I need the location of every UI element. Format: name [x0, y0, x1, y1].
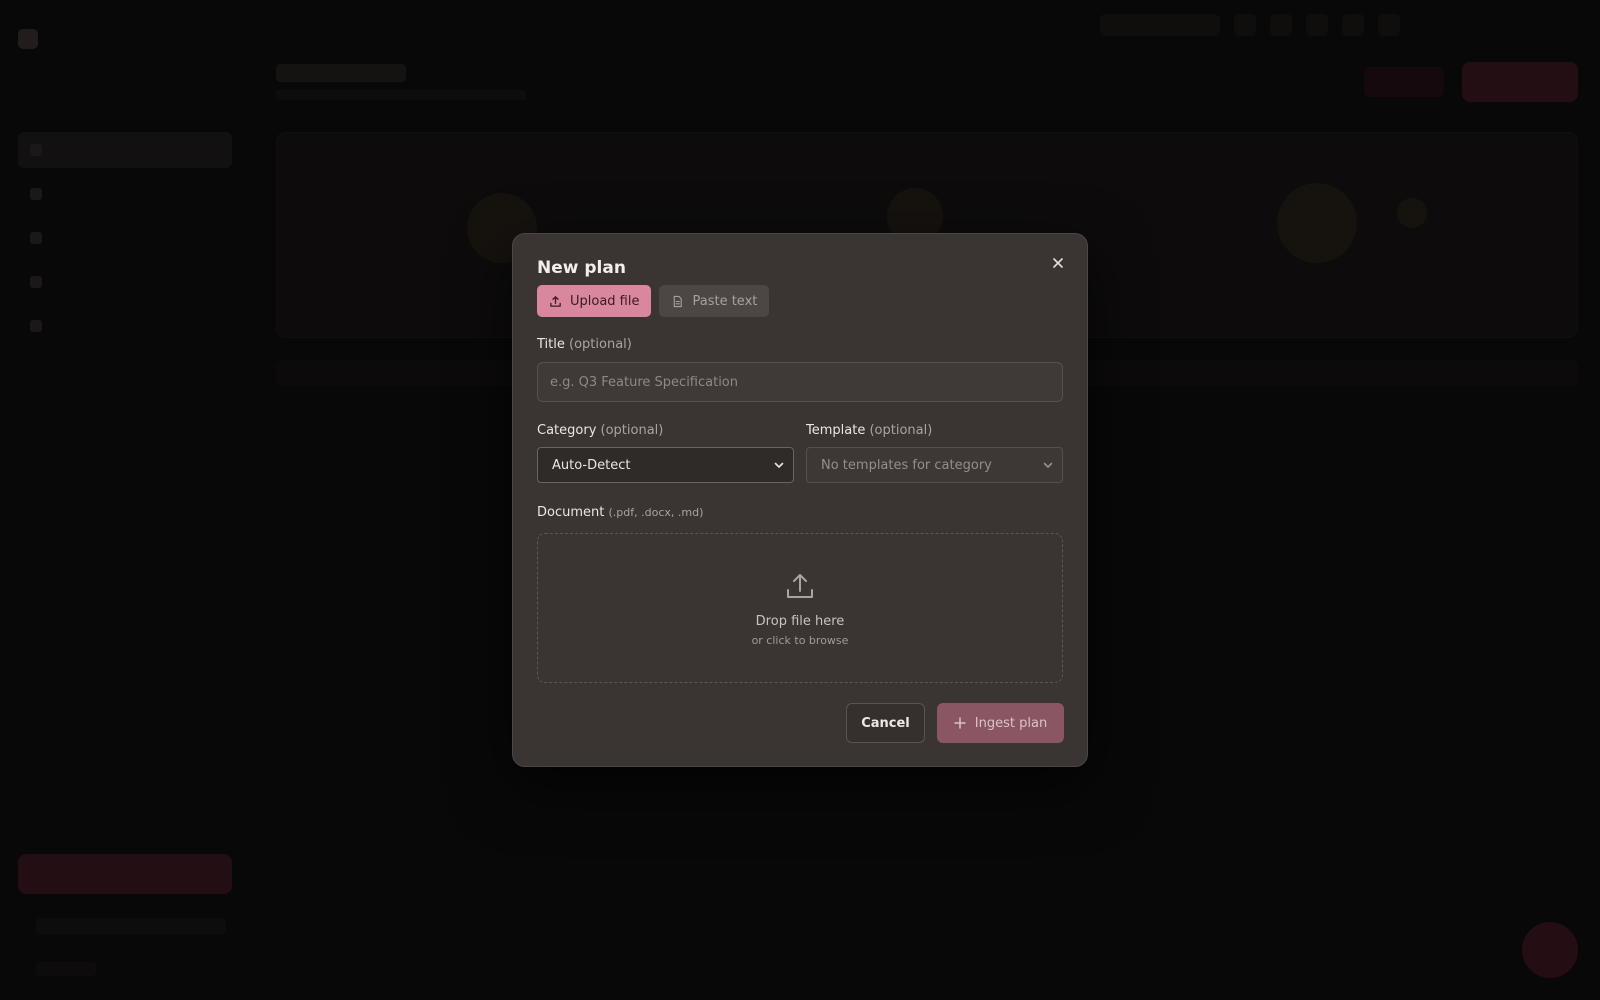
title-input[interactable]: [537, 362, 1063, 402]
title-optional-hint: (optional): [569, 337, 632, 352]
ingest-plan-button[interactable]: Ingest plan: [937, 703, 1064, 743]
cancel-button[interactable]: Cancel: [846, 703, 925, 743]
tab-upload-file[interactable]: Upload file: [537, 285, 652, 317]
template-selected-value: No templates for category: [821, 457, 992, 473]
document-format-hint: (.pdf, .docx, .md): [608, 506, 704, 519]
tab-paste-text[interactable]: Paste text: [659, 285, 770, 317]
ingest-plan-label: Ingest plan: [974, 715, 1048, 731]
new-plan-dialog: New plan Upload file Paste text Title (o…: [512, 233, 1088, 767]
dropzone-title: Drop file here: [755, 613, 845, 629]
template-select[interactable]: No templates for category: [806, 447, 1063, 483]
category-optional-hint: (optional): [600, 423, 664, 438]
template-label: Template (optional): [806, 423, 932, 438]
dialog-title: New plan: [537, 258, 626, 278]
template-label-text: Template: [806, 423, 866, 438]
document-label: Document (.pdf, .docx, .md): [537, 505, 703, 520]
document-label-text: Document: [537, 505, 605, 520]
tab-paste-label: Paste text: [692, 293, 758, 309]
close-icon: [1053, 258, 1063, 268]
chevron-down-icon: [1043, 462, 1053, 468]
title-label: Title (optional): [537, 337, 632, 352]
upload-icon: [550, 295, 561, 307]
category-select[interactable]: Auto-Detect: [537, 447, 794, 483]
title-label-text: Title: [537, 337, 565, 352]
category-label: Category (optional): [537, 423, 663, 438]
close-button[interactable]: [1045, 250, 1071, 276]
upload-icon: [787, 573, 813, 598]
category-selected-value: Auto-Detect: [552, 457, 631, 473]
tab-upload-label: Upload file: [570, 293, 640, 309]
document-icon: [674, 295, 683, 307]
category-label-text: Category: [537, 423, 597, 438]
dropzone-subtitle: or click to browse: [751, 633, 849, 647]
source-tabs: Upload file Paste text: [537, 285, 770, 317]
file-dropzone[interactable]: Drop file here or click to browse: [537, 533, 1063, 683]
template-optional-hint: (optional): [869, 423, 933, 438]
chevron-down-icon: [774, 462, 784, 468]
plus-icon: [954, 717, 966, 729]
